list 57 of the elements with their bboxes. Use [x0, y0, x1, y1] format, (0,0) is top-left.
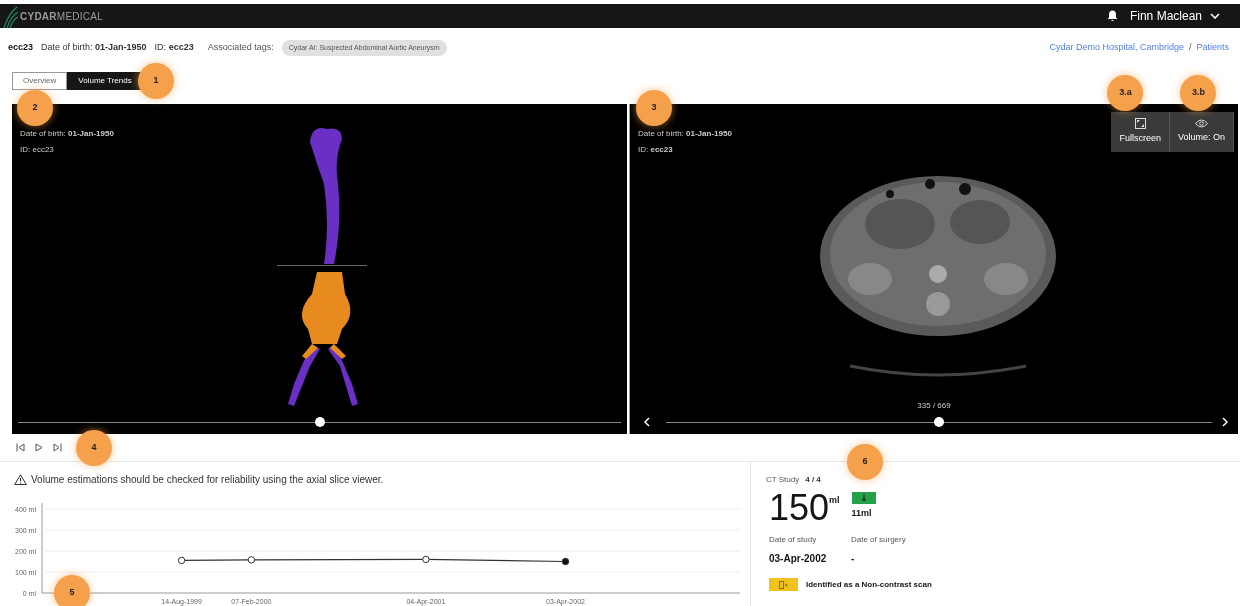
user-menu[interactable]: Finn Maclean [1129, 7, 1220, 25]
logo-arcs-icon [2, 4, 18, 28]
bell-icon[interactable] [1106, 10, 1118, 22]
slider-track[interactable] [18, 417, 621, 427]
annotation-marker: 3 [636, 90, 672, 126]
annotation-marker: 2 [17, 90, 53, 126]
data-point[interactable] [177, 556, 186, 565]
volume-button[interactable]: Volume: On [1169, 112, 1234, 152]
play-icon[interactable] [35, 443, 43, 452]
warning-text: Volume estimations should be checked for reliability using the axial slice viewer. [31, 473, 384, 487]
fullscreen-button[interactable]: Fullscreen [1111, 112, 1170, 152]
date-of-birth: Date of birth: 01-Jan-1950 [41, 41, 147, 55]
volume-value: 150 [769, 488, 830, 528]
date-of-surgery-label: Date of surgery [851, 534, 907, 546]
chevron-down-icon [1210, 13, 1220, 19]
patient-id: ID: ecc23 [638, 144, 674, 156]
annotation-marker: 4 [76, 430, 112, 466]
slider-thumb[interactable] [934, 417, 944, 427]
annotation-marker: 1 [138, 63, 174, 99]
slider-thumb[interactable] [314, 417, 325, 427]
breadcrumb-link[interactable]: Patients [1196, 41, 1229, 55]
annotation-marker: 6 [847, 444, 883, 480]
data-point[interactable] [422, 555, 430, 564]
scan-icon [779, 580, 788, 589]
eye-icon [1195, 119, 1208, 129]
date-of-study: 03-Apr-2002 [769, 552, 828, 566]
data-point[interactable] [247, 556, 256, 564]
study-count: 4 / 4 [805, 474, 821, 486]
fullscreen-icon [1134, 118, 1146, 130]
study-label: CT Study [766, 474, 800, 486]
warning-icon [14, 474, 27, 485]
patient-name: ecc23 [8, 41, 34, 55]
breadcrumb-separator: / [1188, 41, 1192, 55]
breadcrumb-link[interactable]: Cydar Demo Hospital, Cambridge [1049, 41, 1184, 55]
slice-counter: 335 / 669 [916, 400, 952, 412]
non-contrast-note: Identified as a Non-contrast scan [806, 578, 932, 591]
slider-track[interactable] [666, 417, 1212, 427]
volume-unit: ml [829, 495, 840, 505]
data-point[interactable] [561, 557, 570, 566]
chevron-left-icon[interactable] [644, 417, 650, 427]
date-of-study-label: Date of study [769, 534, 818, 546]
annotation-marker: 3.a [1107, 75, 1144, 111]
tab[interactable]: Overview [12, 72, 68, 90]
date-of-surgery: - [851, 552, 856, 566]
logo[interactable]: CYDARMEDICAL [20, 8, 103, 24]
volume-change: 11ml [851, 507, 873, 520]
arrow-down-icon [860, 494, 867, 502]
tags-label: Associated tags: [207, 41, 274, 55]
chevron-right-icon[interactable] [1222, 417, 1228, 427]
skip-back-icon[interactable] [16, 443, 25, 452]
patient-id: ID: ecc23 [154, 41, 194, 55]
patient-id: ID: ecc23 [20, 144, 55, 156]
annotation-marker: 3.b [1180, 75, 1217, 111]
date-of-birth: Date of birth: 01-Jan-1950 [638, 128, 732, 140]
skip-forward-icon[interactable] [53, 443, 62, 452]
date-of-birth: Date of birth: 01-Jan-1950 [20, 128, 114, 140]
annotation-marker: 5 [54, 575, 90, 606]
